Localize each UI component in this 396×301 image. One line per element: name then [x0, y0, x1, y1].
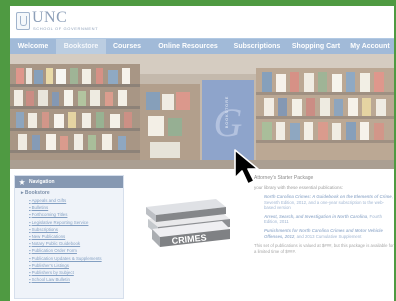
sidebar-item-label: Notary Public Guidebook — [31, 241, 81, 247]
bullet-icon: ▪ — [29, 255, 31, 261]
navigation-sidebar: Navigation ▸ Bookstore ▪Appeals and Gift… — [14, 175, 124, 299]
sidebar-item-bulletins[interactable]: ▪Bulletins — [15, 204, 123, 211]
bullet-icon: ▪ — [29, 241, 31, 247]
expand-arrow-icon: ▸ — [21, 190, 24, 196]
sidebar-item-label: Publisher's Listings — [31, 262, 70, 268]
title-detail: , and 2013 Cumulative Supplement — [294, 233, 362, 239]
book-stack-image[interactable]: CRIMES — [142, 189, 232, 249]
sidebar-item-label: Subscriptions — [31, 226, 58, 232]
sidebar-item-label: Publication Order Form — [31, 248, 77, 254]
starter-title-item[interactable]: Punishments for North Carolina Crimes an… — [254, 228, 394, 239]
starter-title-item[interactable]: Arrest, Search, and Investigation in Nor… — [254, 214, 394, 225]
unc-seal-icon[interactable] — [16, 12, 30, 30]
nav-online-resources[interactable]: Online Resources — [148, 39, 228, 54]
sidebar-header: Navigation — [15, 176, 123, 188]
bullet-icon: ▪ — [29, 234, 31, 240]
bullet-icon: ▪ — [29, 248, 31, 254]
nav-my-account[interactable]: My Account — [346, 39, 394, 54]
bullet-icon: ▪ — [29, 212, 31, 218]
sidebar-item-publication-order-form[interactable]: ▪Publication Order Form — [15, 247, 123, 254]
sidebar-item-legislative-reporting-service[interactable]: ▪Legislative Reporting Service — [15, 219, 123, 226]
sidebar-item-label: Publication Updates & Supplements — [31, 255, 102, 261]
sidebar-item-label: Legislative Reporting Service — [31, 219, 89, 225]
sidebar-item-label: New Publications — [31, 234, 66, 240]
sidebar-item-forthcoming-titles[interactable]: ▪Forthcoming Titles — [15, 211, 123, 218]
sidebar-item-label: Forthcoming Titles — [31, 212, 68, 218]
sidebar-group-label: Bookstore — [24, 190, 50, 196]
nav-shopping-cart[interactable]: Shopping Cart — [286, 39, 346, 54]
bullet-icon: ▪ — [29, 226, 31, 232]
sidebar-title: Navigation — [29, 179, 55, 185]
starter-package-section: Attorney's Starter Package your library … — [254, 175, 394, 254]
sidebar-item-label: Bulletins — [31, 205, 49, 211]
nav-bookstore[interactable]: Bookstore — [56, 39, 106, 54]
title-name: North Carolina Crimes: A Guidebook on th… — [264, 194, 392, 199]
main-nav: Welcome Bookstore Courses Online Resourc… — [10, 38, 394, 55]
starter-title-item[interactable]: North Carolina Crimes: A Guidebook on th… — [254, 194, 394, 211]
sidebar-item-publication-updates[interactable]: ▪Publication Updates & Supplements — [15, 255, 123, 262]
starter-package-desc: your library with these essential public… — [254, 185, 344, 190]
bullet-icon: ▪ — [29, 270, 31, 276]
logo-text[interactable]: UNC — [32, 9, 67, 27]
nav-welcome[interactable]: Welcome — [10, 39, 56, 54]
starter-package-title: Attorney's Starter Package — [254, 175, 314, 181]
bullet-icon: ▪ — [29, 262, 31, 268]
bookstore-banner-photo: G BOOKSTORE — [10, 54, 394, 169]
sidebar-item-publishers-by-subject[interactable]: ▪Publishers by Subject — [15, 269, 123, 276]
sidebar-item-label: School Law Bulletin — [31, 277, 70, 283]
sidebar-item-publishers-listings[interactable]: ▪Publisher's Listings — [15, 262, 123, 269]
title-name: Arrest, Search, and Investigation in Nor… — [264, 213, 368, 219]
sidebar-item-notary-public-guidebook[interactable]: ▪Notary Public Guidebook — [15, 240, 123, 247]
bullet-icon: ▪ — [29, 277, 31, 283]
web-page: UNC SCHOOL OF GOVERNMENT Welcome Booksto… — [10, 6, 394, 301]
sidebar-item-label: Appeals and Gifts — [31, 198, 67, 203]
bookstore-sign-label: BOOKSTORE — [224, 96, 229, 128]
starter-package-closing: This set of publications is valued at $#… — [254, 243, 394, 254]
sidebar-item-appeals-and-gifts[interactable]: ▪Appeals and Gifts — [15, 197, 123, 204]
sidebar-group-bookstore[interactable]: ▸ Bookstore — [15, 188, 123, 197]
nav-courses[interactable]: Courses — [106, 39, 148, 54]
page-content: Navigation ▸ Bookstore ▪Appeals and Gift… — [10, 169, 394, 301]
bullet-icon: ▪ — [29, 205, 31, 211]
logo-subtitle: SCHOOL OF GOVERNMENT — [33, 26, 99, 31]
sidebar-item-school-law-bulletin[interactable]: ▪School Law Bulletin — [15, 276, 123, 283]
nav-star-icon — [19, 179, 25, 185]
sidebar-item-subscriptions[interactable]: ▪Subscriptions — [15, 226, 123, 233]
nav-subscriptions[interactable]: Subscriptions — [228, 39, 286, 54]
sidebar-item-label: Publishers by Subject — [31, 270, 74, 276]
site-header: UNC SCHOOL OF GOVERNMENT — [10, 6, 394, 36]
sidebar-item-new-publications[interactable]: ▪New Publications — [15, 233, 123, 240]
bullet-icon: ▪ — [29, 219, 31, 225]
mouse-cursor-icon — [234, 149, 259, 185]
bullet-icon: ▪ — [29, 198, 31, 203]
